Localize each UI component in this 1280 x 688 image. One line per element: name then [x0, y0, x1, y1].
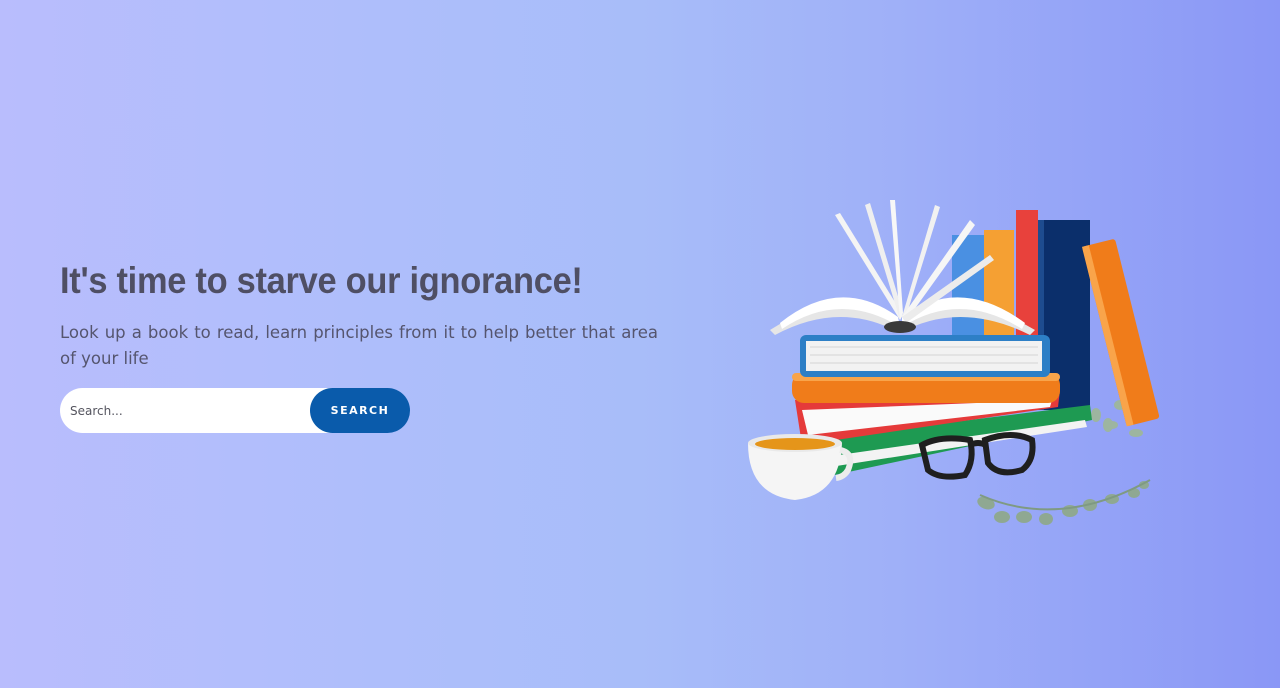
- hero-section: It's time to starve our ignorance! Look …: [60, 258, 660, 433]
- search-form: SEARCH: [60, 388, 410, 433]
- books-illustration: [740, 195, 1180, 540]
- search-input[interactable]: [60, 388, 350, 433]
- page-title: It's time to starve our ignorance!: [60, 260, 583, 301]
- search-button[interactable]: SEARCH: [310, 388, 410, 433]
- hero-subtitle: Look up a book to read, learn principles…: [60, 323, 658, 368]
- books-tea-glasses-icon: [748, 200, 1160, 525]
